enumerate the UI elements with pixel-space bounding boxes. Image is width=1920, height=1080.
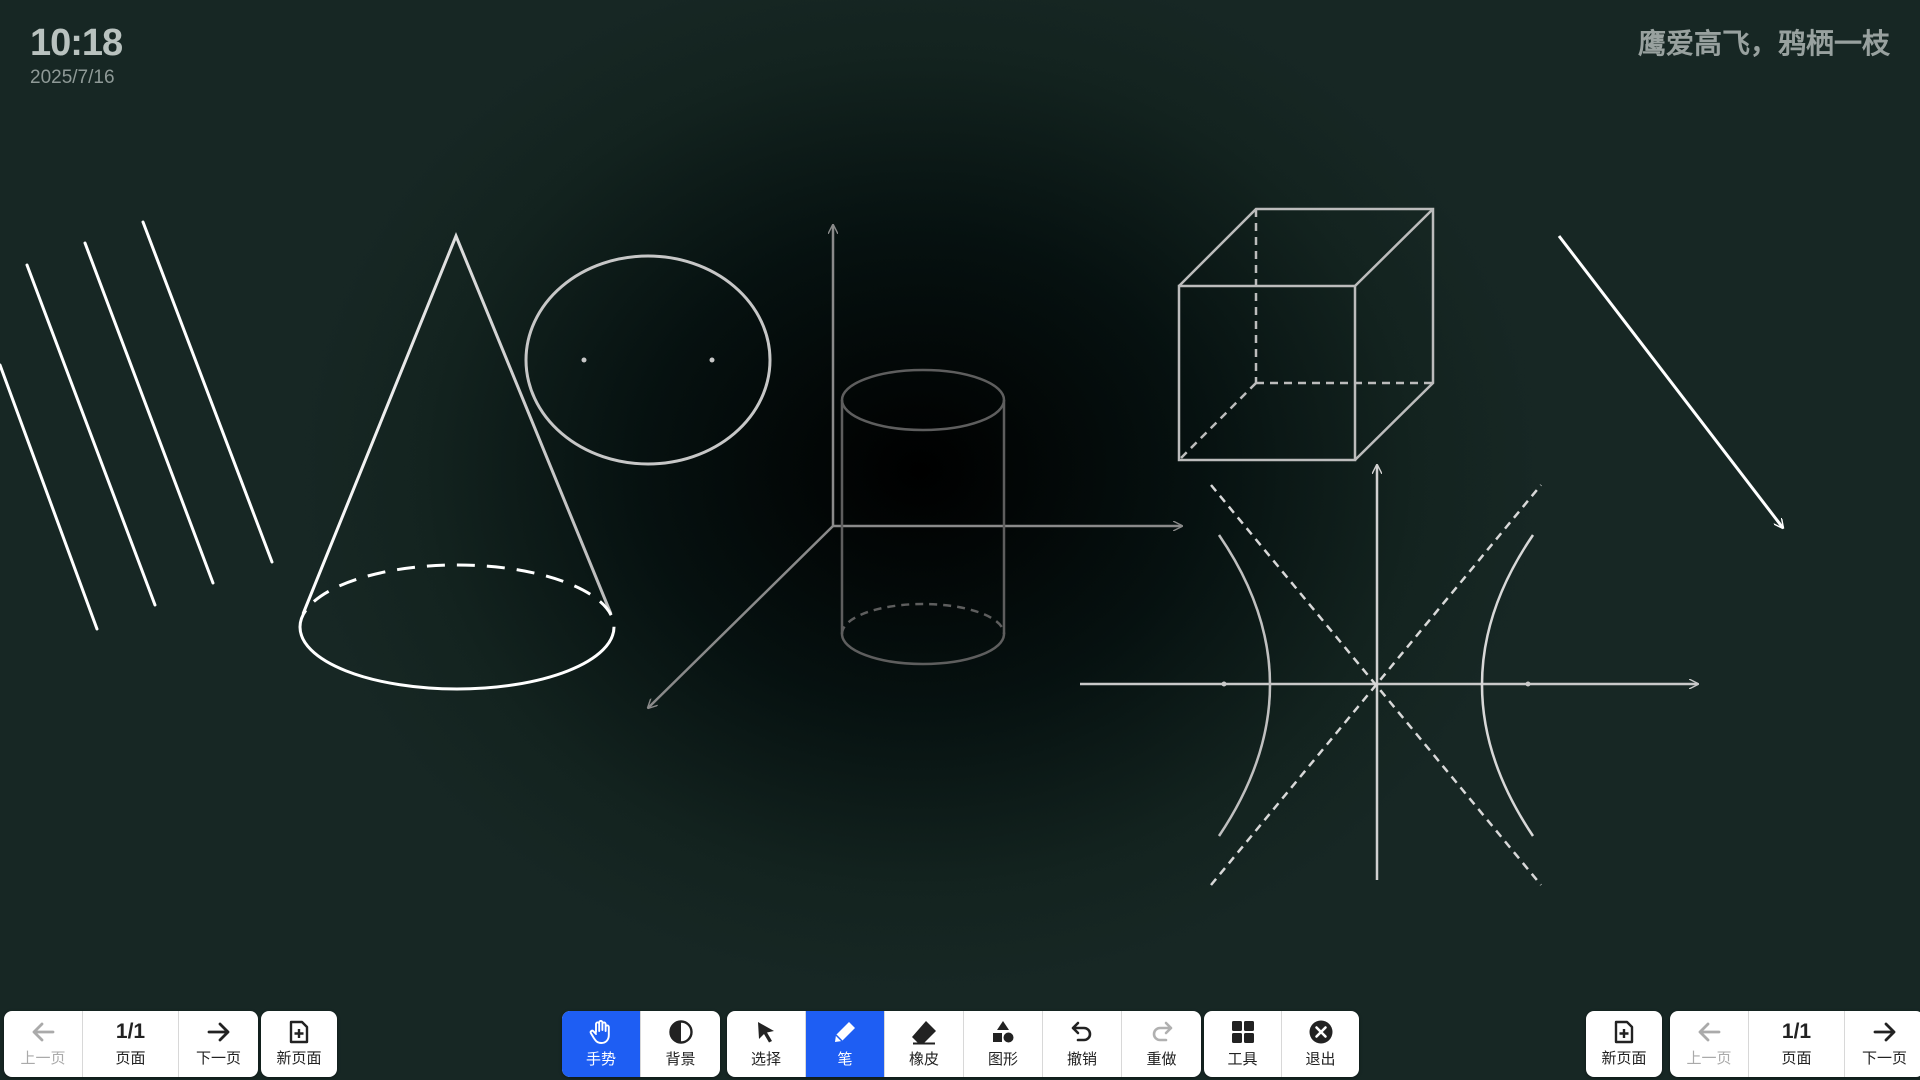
next-page-label-right: 下一页 (1861, 1049, 1907, 1067)
parallel-lines (0, 220, 274, 631)
right-new-page-group: 新页面 (1586, 1011, 1662, 1077)
prev-page-label-right: 上一页 (1686, 1049, 1732, 1067)
new-page-button-right[interactable]: 新页面 (1586, 1011, 1662, 1077)
drawing-toolbar: 选择 笔 橡皮 图形 撤销 重做 (727, 1011, 1201, 1077)
right-page-nav: 上一页 1/1 页面 下一页 (1670, 1011, 1920, 1077)
arrow-right-icon (1873, 1022, 1895, 1042)
utility-toolbar: 工具 退出 (1204, 1011, 1359, 1077)
shape-button[interactable]: 图形 (964, 1011, 1043, 1077)
background-label: 背景 (665, 1050, 696, 1068)
arrow-right-icon (207, 1022, 229, 1042)
drawing-canvas[interactable] (0, 0, 1920, 1000)
prev-page-button[interactable]: 上一页 (4, 1011, 83, 1077)
arrow-left-icon (32, 1022, 55, 1042)
grid-icon (1231, 1021, 1254, 1043)
pen-button[interactable]: 笔 (806, 1011, 885, 1077)
background-button[interactable]: 背景 (641, 1011, 720, 1077)
page-indicator-button-right[interactable]: 1/1 页面 (1749, 1011, 1845, 1077)
new-page-icon (289, 1020, 309, 1044)
eraser-label: 橡皮 (908, 1050, 939, 1068)
arrow-left-icon (1698, 1022, 1721, 1042)
prev-page-button-right[interactable]: 上一页 (1670, 1011, 1749, 1077)
coordinate-axes-3d (648, 225, 1182, 708)
mode-toolbar: 手势 背景 (562, 1011, 720, 1077)
undo-icon (1071, 1021, 1092, 1042)
page-counter: 1/1 (115, 1019, 146, 1043)
redo-label: 重做 (1146, 1050, 1177, 1068)
new-page-label-right: 新页面 (1601, 1049, 1647, 1067)
select-button[interactable]: 选择 (727, 1011, 806, 1077)
page-indicator-button[interactable]: 1/1 页面 (83, 1011, 179, 1077)
gesture-label: 手势 (585, 1050, 616, 1068)
redo-icon (1152, 1021, 1172, 1042)
shapes-icon (993, 1021, 1014, 1043)
page-counter-right: 1/1 (1781, 1019, 1812, 1043)
exit-label: 退出 (1305, 1050, 1336, 1068)
pen-icon (835, 1022, 855, 1042)
cube-shape (1177, 207, 1435, 462)
next-page-button[interactable]: 下一页 (179, 1011, 258, 1077)
undo-button[interactable]: 撤销 (1043, 1011, 1122, 1077)
page-label-right: 页面 (1781, 1048, 1812, 1067)
pen-label: 笔 (837, 1050, 853, 1068)
cylinder-shape (840, 368, 1006, 666)
eraser-button[interactable]: 橡皮 (885, 1011, 964, 1077)
tools-label: 工具 (1227, 1050, 1258, 1068)
undo-label: 撤销 (1066, 1050, 1097, 1068)
gesture-button[interactable]: 手势 (562, 1011, 641, 1077)
left-new-page-group: 新页面 (261, 1011, 337, 1077)
cone-shape (298, 232, 616, 691)
exit-button[interactable]: 退出 (1282, 1011, 1359, 1077)
redo-button[interactable]: 重做 (1122, 1011, 1201, 1077)
prev-page-label: 上一页 (20, 1049, 66, 1067)
new-page-label: 新页面 (276, 1049, 322, 1067)
select-label: 选择 (750, 1050, 781, 1068)
new-page-icon (1614, 1020, 1634, 1044)
ellipse-shape (524, 254, 772, 466)
eraser-icon (912, 1021, 936, 1045)
hyperbola-graph (1080, 465, 1698, 886)
next-page-button-right[interactable]: 下一页 (1845, 1011, 1920, 1077)
left-page-nav: 上一页 1/1 页面 下一页 (4, 1011, 258, 1077)
hand-icon (589, 1020, 610, 1044)
next-page-label: 下一页 (195, 1049, 241, 1067)
shape-label: 图形 (987, 1050, 1018, 1068)
new-page-button[interactable]: 新页面 (261, 1011, 337, 1077)
cursor-icon (758, 1022, 774, 1043)
diagonal-arrow (1557, 235, 1783, 528)
contrast-icon (668, 1020, 693, 1044)
page-label: 页面 (115, 1048, 146, 1067)
tools-button[interactable]: 工具 (1204, 1011, 1282, 1077)
close-circle-icon (1309, 1020, 1332, 1044)
